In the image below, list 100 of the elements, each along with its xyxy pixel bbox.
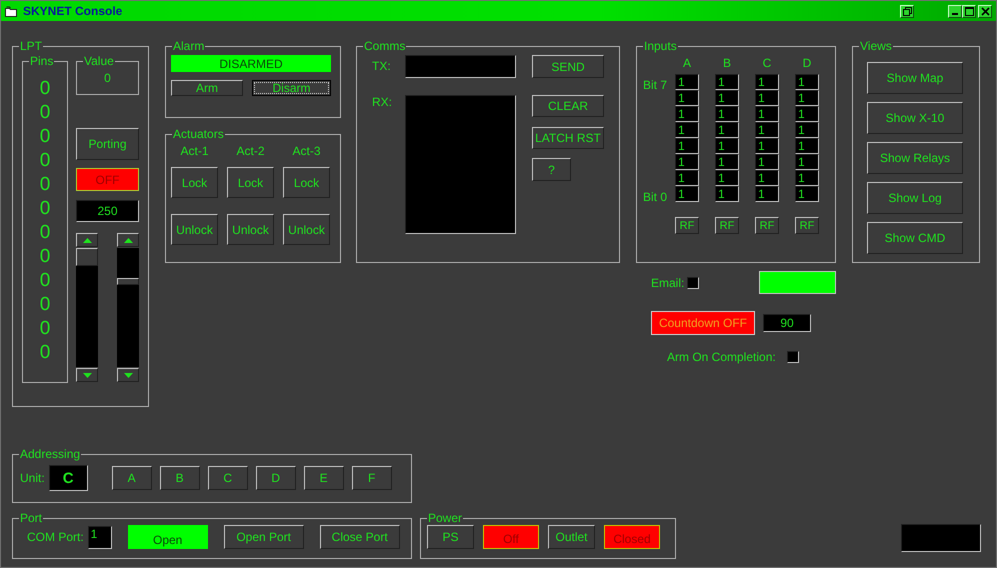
tx-field[interactable] xyxy=(405,55,516,78)
view-button[interactable]: Show Map xyxy=(867,62,963,94)
bit-field: 1 xyxy=(755,154,779,170)
rate-field[interactable]: 250 xyxy=(76,200,139,222)
group-title: Actuators xyxy=(172,127,225,141)
email-checkbox[interactable] xyxy=(687,276,700,288)
view-button[interactable]: Show CMD xyxy=(867,222,963,254)
rx-label: RX: xyxy=(372,95,394,111)
power-indicator: Off xyxy=(483,525,539,549)
restore-button[interactable] xyxy=(900,4,914,18)
arm-on-completion-checkbox[interactable] xyxy=(786,351,799,363)
value-readout: 0 xyxy=(103,70,112,85)
scroll-thumb[interactable] xyxy=(76,248,98,266)
bit-field: 1 xyxy=(755,74,779,90)
bit-field: 1 xyxy=(675,154,699,170)
column-header: B xyxy=(722,56,731,70)
bit-field: 1 xyxy=(675,74,699,90)
lock-button[interactable]: Lock xyxy=(171,167,218,198)
bit-field: 1 xyxy=(715,90,739,106)
close-button[interactable] xyxy=(978,4,992,18)
bit-field: 1 xyxy=(715,106,739,122)
bit-field: 1 xyxy=(755,170,779,186)
bit-field: 1 xyxy=(795,106,819,122)
unit-button[interactable]: C xyxy=(208,466,248,490)
pin-value: 0 xyxy=(40,270,50,292)
maximize-button[interactable] xyxy=(962,4,976,18)
scroll-bar[interactable] xyxy=(117,233,139,382)
porting-button[interactable]: Porting xyxy=(76,128,139,160)
unit-button[interactable]: A xyxy=(112,466,152,490)
rf-button[interactable]: RF xyxy=(715,217,739,234)
lock-button[interactable]: Lock xyxy=(283,167,330,198)
unit-button[interactable]: E xyxy=(304,466,344,490)
bit-label: Bit 0 xyxy=(643,190,668,204)
unit-button[interactable]: F xyxy=(352,466,392,490)
bit-field: 1 xyxy=(675,170,699,186)
pin-value: 0 xyxy=(40,174,50,196)
bit-field: 1 xyxy=(715,122,739,138)
bit-field: 1 xyxy=(795,122,819,138)
unlock-button[interactable]: Unlock xyxy=(283,214,330,245)
group-title: Power xyxy=(427,511,464,525)
power-indicator: Closed xyxy=(604,525,660,549)
rf-button[interactable]: RF xyxy=(755,217,779,234)
port-button[interactable]: Open Port xyxy=(224,525,304,549)
group-title: Addressing xyxy=(19,447,82,461)
unlock-button[interactable]: Unlock xyxy=(171,214,218,245)
comms-button[interactable]: LATCH RST xyxy=(532,127,604,149)
pin-value: 0 xyxy=(40,342,50,364)
column-header: C xyxy=(762,56,772,70)
unit-button[interactable]: D xyxy=(256,466,296,490)
pin-value: 0 xyxy=(40,198,50,220)
rf-button[interactable]: RF xyxy=(675,217,699,234)
lock-button[interactable]: Lock xyxy=(227,167,274,198)
unlock-button[interactable]: Unlock xyxy=(227,214,274,245)
comms-button[interactable]: CLEAR xyxy=(532,95,604,117)
bit-field: 1 xyxy=(755,122,779,138)
bit-field: 1 xyxy=(675,138,699,154)
bit-field: 1 xyxy=(715,74,739,90)
group-title: Port xyxy=(19,511,44,525)
bit-label: Bit 7 xyxy=(643,78,668,92)
up-arrow-icon xyxy=(124,238,132,242)
pin-value: 0 xyxy=(40,78,50,100)
power-button[interactable]: Outlet xyxy=(548,525,595,549)
port-status-indicator: Open xyxy=(128,525,208,549)
arm-on-completion-label: Arm On Completion: xyxy=(667,350,776,364)
email-label: Email: xyxy=(651,276,684,290)
down-arrow-icon xyxy=(82,372,92,378)
rf-button[interactable]: RF xyxy=(795,217,819,234)
group-title: LPT xyxy=(19,39,44,53)
actuator-label: Act-1 xyxy=(180,144,208,158)
alarm-status-indicator: DISARMED xyxy=(171,55,331,72)
bit-field: 1 xyxy=(755,106,779,122)
pin-value: 0 xyxy=(40,222,50,244)
view-button[interactable]: Show Log xyxy=(867,182,963,214)
scroll-bar[interactable] xyxy=(76,233,98,382)
bit-field: 1 xyxy=(715,186,739,202)
view-button[interactable]: Show Relays xyxy=(867,142,963,174)
bit-field: 1 xyxy=(715,138,739,154)
unit-field: C xyxy=(48,465,88,491)
bit-field: 1 xyxy=(795,186,819,202)
alarm-button[interactable]: Disarm xyxy=(252,80,331,96)
alarm-button[interactable]: Arm xyxy=(171,80,243,96)
minimize-icon xyxy=(952,12,958,14)
power-button[interactable]: PS xyxy=(427,525,474,549)
minimize-button[interactable] xyxy=(948,4,962,18)
countdown-field[interactable]: 90 xyxy=(763,314,811,332)
com-port-field[interactable]: 1 xyxy=(88,526,112,548)
bit-field: 1 xyxy=(755,138,779,154)
pin-value: 0 xyxy=(40,150,50,172)
port-button[interactable]: Close Port xyxy=(320,525,400,549)
unit-button[interactable]: B xyxy=(160,466,200,490)
actuator-label: Act-3 xyxy=(292,144,320,158)
comms-button[interactable]: ? xyxy=(532,158,571,181)
bit-field: 1 xyxy=(795,154,819,170)
bit-field: 1 xyxy=(755,186,779,202)
comms-button[interactable]: SEND xyxy=(532,55,604,78)
bit-field: 1 xyxy=(795,90,819,106)
scroll-thumb[interactable] xyxy=(117,278,139,285)
maximize-icon xyxy=(964,6,974,16)
view-button[interactable]: Show X-10 xyxy=(867,102,963,134)
restore-icon xyxy=(902,6,912,16)
